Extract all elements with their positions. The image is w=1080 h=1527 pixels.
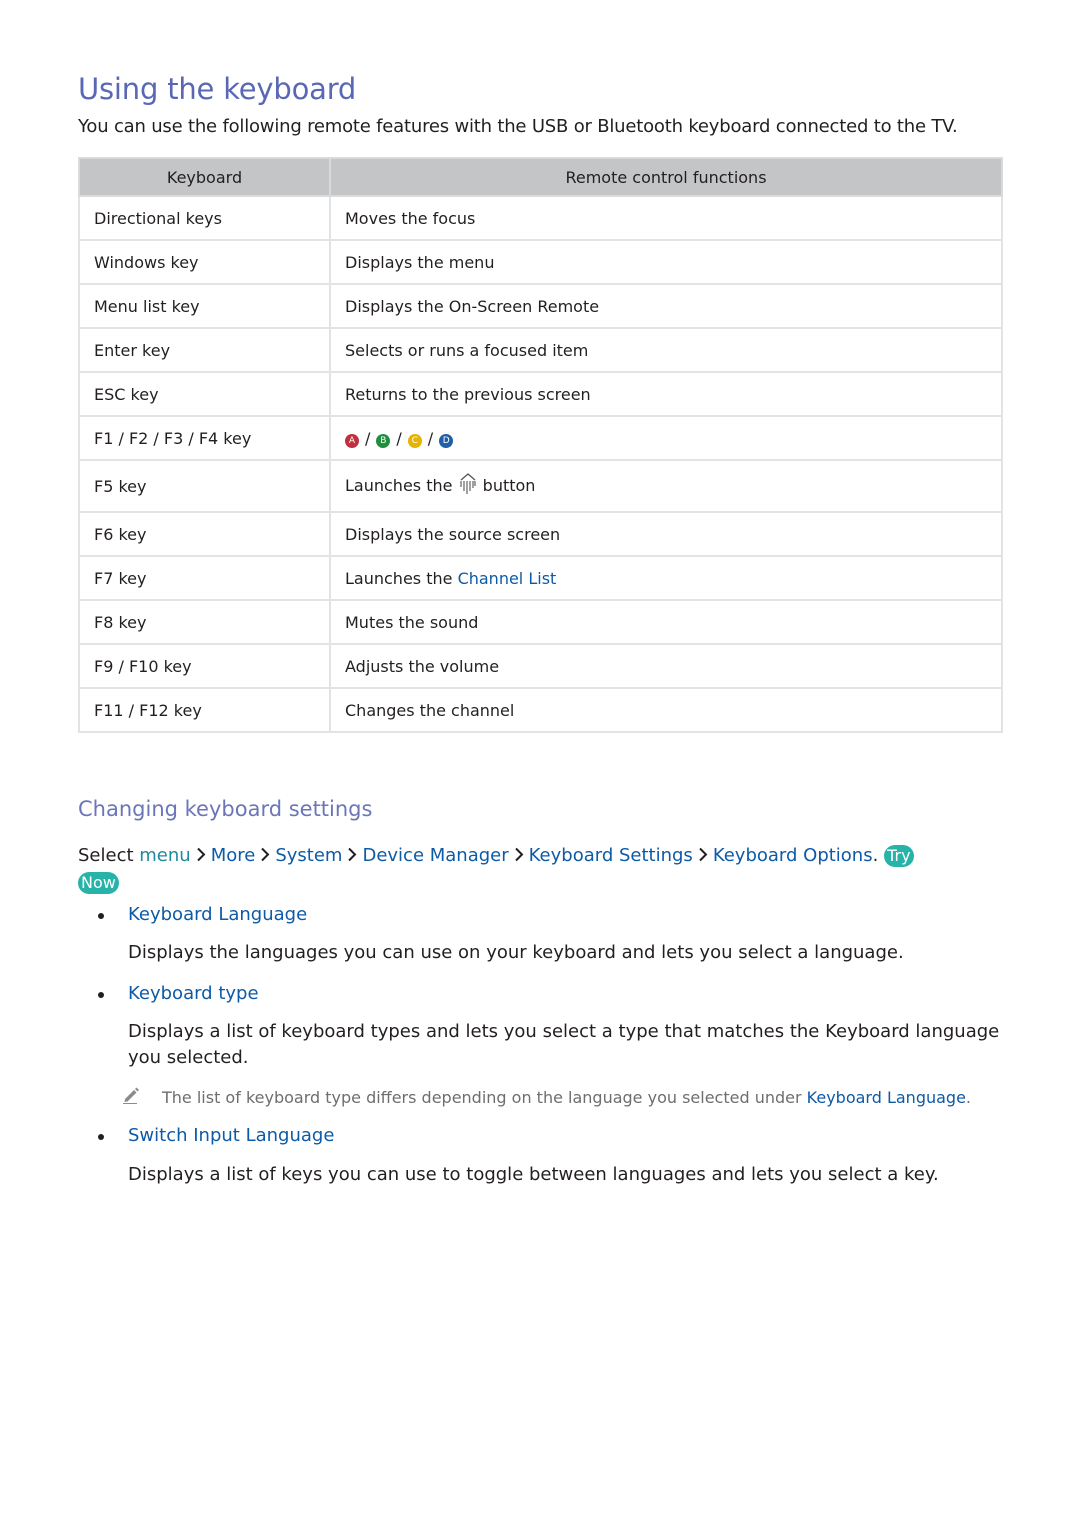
key-cell: F7 key xyxy=(78,555,331,601)
menu-path: Select menu More System Device Manager Keybo… xyxy=(78,843,1003,896)
table-row: F9 / F10 key Adjusts the volume xyxy=(78,643,1003,689)
item-title[interactable]: Switch Input Language xyxy=(128,1125,334,1146)
function-cell: Adjusts the volume xyxy=(329,643,1003,689)
smart-hub-icon xyxy=(460,473,476,499)
function-cell: Displays the On-Screen Remote xyxy=(329,283,1003,329)
table-row: Menu list key Displays the On-Screen Rem… xyxy=(78,283,1003,329)
item-title[interactable]: Keyboard type xyxy=(128,983,259,1004)
chevron-right-icon xyxy=(347,844,357,870)
function-cell: Mutes the sound xyxy=(329,599,1003,645)
table-row: Enter key Selects or runs a focused item xyxy=(78,327,1003,373)
header-remote-functions: Remote control functions xyxy=(329,157,1003,197)
key-cell: F6 key xyxy=(78,511,331,557)
header-keyboard: Keyboard xyxy=(78,157,331,197)
color-button-a-icon: A xyxy=(345,433,359,448)
table-row: ESC key Returns to the previous screen xyxy=(78,371,1003,417)
chevron-right-icon xyxy=(260,844,270,870)
function-cell: Displays the menu xyxy=(329,239,1003,285)
chevron-right-icon xyxy=(698,844,708,870)
path-item-menu[interactable]: menu xyxy=(139,845,190,866)
item-title[interactable]: Keyboard Language xyxy=(128,904,307,925)
key-cell: F5 key xyxy=(78,459,331,513)
key-cell: Enter key xyxy=(78,327,331,373)
path-item-device-manager[interactable]: Device Manager xyxy=(362,845,508,866)
item-description: Displays the languages you can use on yo… xyxy=(128,942,904,963)
page-title: Using the keyboard xyxy=(78,72,357,106)
function-text-post: button xyxy=(482,476,536,495)
channel-list-link[interactable]: Channel List xyxy=(458,569,557,588)
function-cell: Changes the channel xyxy=(329,687,1003,733)
function-cell: Moves the focus xyxy=(329,195,1003,241)
try-now-button-now[interactable]: Now xyxy=(78,872,119,894)
intro-text: You can use the following remote feature… xyxy=(78,116,958,137)
key-cell: F8 key xyxy=(78,599,331,645)
separator: / xyxy=(396,428,402,448)
key-cell: Menu list key xyxy=(78,283,331,329)
keyboard-functions-table: Keyboard Remote control functions Direct… xyxy=(78,157,1003,733)
path-suffix: . xyxy=(872,845,879,866)
function-text-pre: Launches the xyxy=(345,568,453,588)
key-cell: F11 / F12 key xyxy=(78,687,331,733)
note-end: . xyxy=(965,1088,972,1107)
path-prefix: Select xyxy=(78,845,134,866)
color-button-b-icon: B xyxy=(376,433,391,448)
color-button-d-icon: D xyxy=(439,433,454,448)
function-cell: Displays the source screen xyxy=(329,511,1003,557)
path-item-keyboard-options[interactable]: Keyboard Options xyxy=(713,845,873,866)
key-cell: ESC key xyxy=(78,371,331,417)
key-cell: F1 / F2 / F3 / F4 key xyxy=(78,415,331,461)
table-row: F11 / F12 key Changes the channel xyxy=(78,687,1003,733)
function-cell: A / B / C / D xyxy=(329,415,1003,461)
bullet xyxy=(98,1134,104,1140)
table-row: Windows key Displays the menu xyxy=(78,239,1003,285)
table-row: F6 key Displays the source screen xyxy=(78,511,1003,557)
chevron-right-icon xyxy=(196,844,206,870)
try-now-button-try[interactable]: Try xyxy=(884,845,914,867)
key-cell: Windows key xyxy=(78,239,331,285)
path-item-keyboard-settings[interactable]: Keyboard Settings xyxy=(529,845,693,866)
note-text: The list of keyboard type differs depend… xyxy=(162,1088,802,1107)
chevron-right-icon xyxy=(514,844,524,870)
pencil-note-icon xyxy=(122,1086,140,1108)
item-description: Displays a list of keyboard types and le… xyxy=(128,1021,1000,1068)
function-cell: Launches the button xyxy=(329,459,1003,513)
key-cell: F9 / F10 key xyxy=(78,643,331,689)
path-item-system[interactable]: System xyxy=(275,845,342,866)
table-row: Directional keys Moves the focus xyxy=(78,195,1003,241)
path-item-more[interactable]: More xyxy=(211,845,256,866)
color-button-c-icon: C xyxy=(407,433,422,448)
item-description: Displays a list of keys you can use to t… xyxy=(128,1164,939,1185)
bullet xyxy=(98,913,104,919)
section-title: Changing keyboard settings xyxy=(78,797,373,821)
separator: / xyxy=(427,428,434,448)
table-row: F1 / F2 / F3 / F4 key A / B / C / D xyxy=(78,415,1003,461)
table-row: F8 key Mutes the sound xyxy=(78,599,1003,645)
bullet xyxy=(98,992,104,998)
function-cell: Selects or runs a focused item xyxy=(329,327,1003,373)
note-keyboard-language-link[interactable]: Keyboard Language xyxy=(807,1088,966,1107)
table-row: F5 key Launches the button xyxy=(78,459,1003,513)
function-cell: Launches the Channel List xyxy=(329,555,1003,601)
table-row: F7 key Launches the Channel List xyxy=(78,555,1003,601)
separator: / xyxy=(365,428,371,448)
key-cell: Directional keys xyxy=(78,195,331,241)
function-text-pre: Launches the xyxy=(345,476,453,495)
table-header-row: Keyboard Remote control functions xyxy=(78,157,1003,197)
function-cell: Returns to the previous screen xyxy=(329,371,1003,417)
